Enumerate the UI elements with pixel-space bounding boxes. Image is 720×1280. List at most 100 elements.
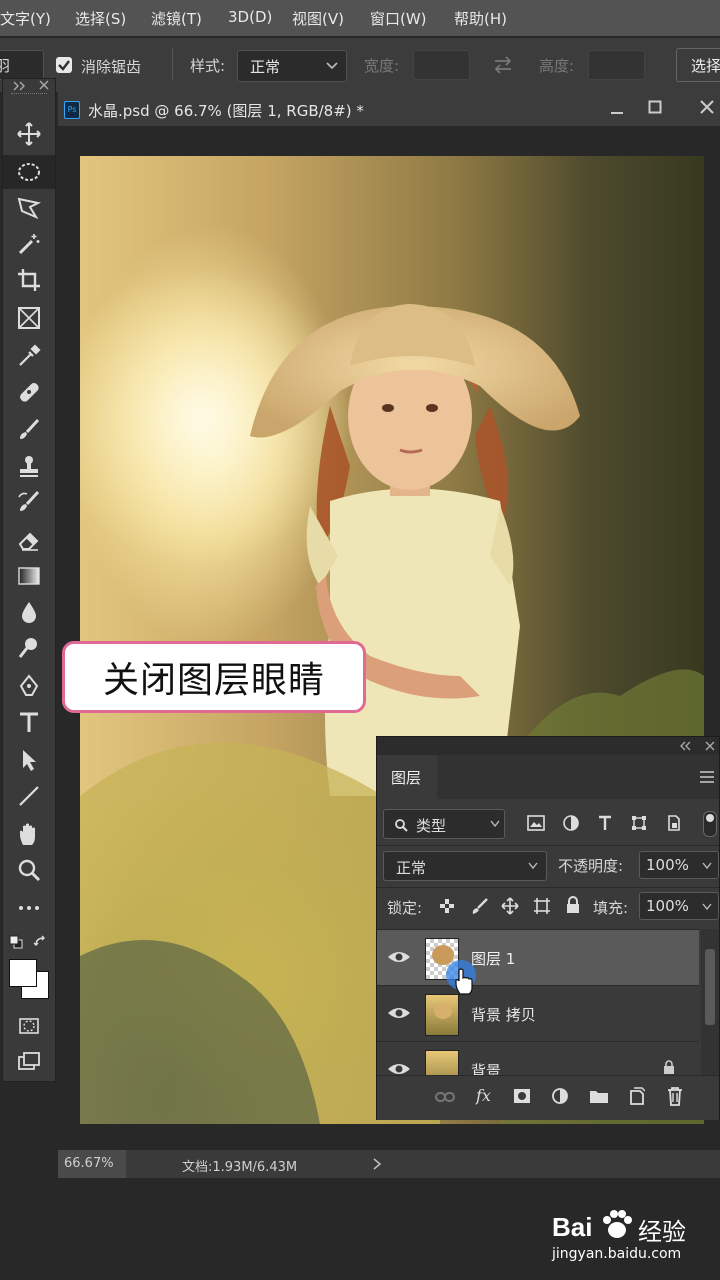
menu-type[interactable]: 文字(Y)	[0, 8, 51, 29]
maximize-icon[interactable]	[648, 100, 662, 114]
brush-tool[interactable]	[3, 413, 55, 447]
layer-row-layer1[interactable]: 图层 1	[377, 929, 699, 986]
minimize-icon[interactable]	[610, 102, 624, 116]
opacity-field[interactable]: 100%	[639, 851, 719, 879]
trash-icon[interactable]	[667, 1086, 683, 1106]
height-input[interactable]	[588, 50, 645, 80]
lock-all-icon[interactable]	[565, 896, 581, 914]
more-icon	[19, 906, 39, 910]
image-filter-icon[interactable]	[527, 815, 545, 831]
menu-select[interactable]: 选择(S)	[75, 8, 126, 29]
hand-tool[interactable]	[3, 817, 55, 851]
width-input[interactable]	[413, 50, 470, 80]
type-tool[interactable]	[3, 705, 55, 739]
eye-icon[interactable]	[387, 1060, 411, 1076]
swap-colors-icon[interactable]	[33, 935, 49, 949]
thumbnail-subject	[434, 1003, 452, 1019]
blur-tool[interactable]	[3, 595, 55, 629]
shape-filter-icon[interactable]	[631, 815, 647, 831]
eraser-tool[interactable]	[3, 523, 55, 557]
panel-menu-icon[interactable]	[699, 770, 715, 784]
layer-name: 图层 1	[471, 950, 516, 968]
close-panel-icon[interactable]	[705, 741, 715, 751]
elliptical-marquee-tool[interactable]	[3, 155, 55, 189]
menu-window[interactable]: 窗口(W)	[370, 8, 427, 29]
select-button-label: 选择	[691, 57, 720, 75]
pen-tool[interactable]	[3, 669, 55, 703]
antialias-checkbox[interactable]	[56, 57, 72, 73]
menu-filter[interactable]: 滤镜(T)	[151, 8, 202, 29]
path-selection-tool[interactable]	[3, 743, 55, 777]
zoom-tool[interactable]	[3, 853, 55, 887]
quick-mask-button[interactable]	[3, 1009, 55, 1043]
tab-layers[interactable]: 图层	[377, 755, 437, 799]
fill-label: 填充:	[593, 899, 629, 917]
adjustment-filter-icon[interactable]	[563, 815, 579, 831]
healing-brush-tool[interactable]	[3, 375, 55, 409]
style-select[interactable]: 正常	[237, 50, 347, 82]
document-tab[interactable]: Ps 水晶.psd @ 66.7% (图层 1, RGB/8#) *	[58, 92, 720, 126]
foreground-color-swatch[interactable]	[9, 959, 37, 987]
type-icon	[20, 712, 38, 732]
default-colors-icon[interactable]	[9, 935, 23, 949]
divider	[377, 845, 719, 846]
watermark-brand2: 经验	[638, 1218, 686, 1246]
hand-icon	[20, 823, 35, 845]
gradient-tool[interactable]	[3, 559, 55, 593]
adjustment-layer-icon[interactable]	[551, 1087, 569, 1105]
lock-artboard-icon[interactable]	[533, 897, 551, 915]
menu-view[interactable]: 视图(V)	[292, 8, 344, 29]
blend-mode-select[interactable]: 正常	[383, 851, 547, 881]
layer-thumbnail[interactable]	[425, 1050, 459, 1076]
fill-field[interactable]: 100%	[639, 892, 719, 920]
layer-row-background[interactable]: 背景	[377, 1041, 699, 1076]
select-mask-button[interactable]: 选择	[676, 48, 720, 82]
frame-tool[interactable]	[3, 301, 55, 335]
menu-3d[interactable]: 3D(D)	[228, 8, 272, 26]
line-tool[interactable]	[3, 779, 55, 813]
baidu-jingyan-watermark: Bai 经验 jingyan.baidu.com	[552, 1198, 720, 1268]
lasso-tool[interactable]	[3, 191, 55, 225]
type-filter-icon[interactable]	[597, 815, 613, 831]
smart-object-filter-icon[interactable]	[667, 815, 681, 831]
chevron-right-icon[interactable]	[372, 1158, 382, 1170]
layers-scrollbar[interactable]	[701, 929, 719, 1075]
lock-transparency-icon[interactable]	[439, 898, 455, 914]
layer-filter-select[interactable]: 类型	[383, 809, 505, 839]
antialias-label: 消除锯齿	[81, 58, 142, 76]
gradient-icon	[18, 567, 40, 585]
zoom-field[interactable]: 66.67%	[58, 1150, 126, 1178]
layer-thumbnail[interactable]	[425, 994, 459, 1036]
add-mask-icon[interactable]	[513, 1088, 531, 1104]
fx-icon[interactable]: fx	[475, 1086, 497, 1106]
filter-label: 类型	[416, 817, 447, 835]
screen-mode-button[interactable]	[3, 1045, 55, 1079]
new-layer-icon[interactable]	[629, 1087, 645, 1105]
eye-icon[interactable]	[387, 948, 411, 966]
eye-icon[interactable]	[387, 1004, 411, 1022]
lock-pixels-icon[interactable]	[471, 897, 489, 915]
magic-wand-tool[interactable]	[3, 227, 55, 261]
grip	[11, 93, 47, 96]
more-tools[interactable]	[3, 891, 55, 925]
status-bar: 66.67% 文档:1.93M/6.43M	[58, 1150, 720, 1178]
scroll-thumb[interactable]	[705, 949, 715, 1025]
close-window-icon[interactable]	[700, 100, 714, 114]
folder-icon[interactable]	[589, 1088, 609, 1104]
collapse-panel-icon[interactable]	[679, 741, 691, 751]
move-tool[interactable]	[3, 117, 55, 151]
clone-stamp-tool[interactable]	[3, 449, 55, 483]
filter-toggle[interactable]	[703, 811, 717, 837]
eyedropper-tool[interactable]	[3, 339, 55, 373]
close-icon[interactable]	[39, 80, 49, 90]
swap-icon[interactable]	[492, 54, 514, 76]
dodge-tool[interactable]	[3, 631, 55, 665]
collapse-icon[interactable]	[13, 81, 27, 91]
link-layers-icon[interactable]	[435, 1090, 455, 1104]
history-brush-tool[interactable]	[3, 485, 55, 519]
crop-tool[interactable]	[3, 263, 55, 297]
menu-help[interactable]: 帮助(H)	[454, 8, 507, 29]
layer-row-bg-copy[interactable]: 背景 拷贝	[377, 985, 699, 1042]
lock-position-icon[interactable]	[501, 897, 519, 915]
feather-input[interactable]: 羽	[0, 50, 44, 80]
